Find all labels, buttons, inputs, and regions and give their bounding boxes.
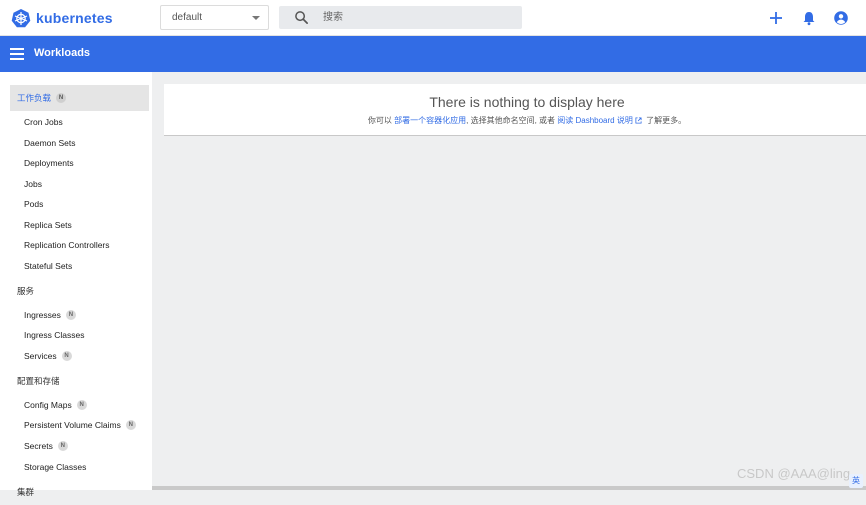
sidebar-item-label: Services (24, 351, 57, 361)
sidebar-section-config-storage[interactable]: 配置和存储 (10, 368, 149, 394)
sidebar-item-label: Config Maps (24, 400, 72, 410)
sidebar-item-ingress-classes[interactable]: Ingress Classes (24, 327, 84, 343)
sidebar-item-pods[interactable]: Pods (24, 196, 43, 212)
empty-state-title: There is nothing to display here (429, 94, 625, 110)
sidebar-section-label: 配置和存储 (17, 376, 60, 386)
search-input[interactable] (323, 9, 503, 26)
empty-state-card: There is nothing to display here 你可以 部署一… (164, 84, 866, 136)
app-bar: Workloads (0, 36, 866, 72)
sidebar-section-workloads[interactable]: 工作负载 N (10, 85, 149, 111)
sidebar-item-ingresses[interactable]: Ingresses N (24, 307, 76, 323)
sidebar-section-label: 服务 (17, 286, 35, 296)
sidebar-item-replica-sets[interactable]: Replica Sets (24, 217, 72, 233)
empty-text-part: 了解更多。 (643, 116, 687, 125)
watermark: CSDN @AAA@ling (737, 466, 851, 481)
namespaced-badge: N (65, 310, 76, 320)
kubernetes-icon (11, 9, 31, 28)
search-bar[interactable] (279, 6, 522, 29)
sidebar-item-config-maps[interactable]: Config Maps N (24, 397, 87, 413)
deploy-app-link[interactable]: 部署一个容器化应用 (394, 116, 466, 125)
sidebar-section-label: 集群 (17, 487, 35, 497)
empty-state-message: 你可以 部署一个容器化应用, 选择其他命名空间, 或者 阅读 Dashboard… (164, 115, 866, 126)
sidebar-item-label: Stateful Sets (24, 261, 73, 271)
external-link-icon (635, 117, 642, 124)
notifications-bell-icon[interactable] (801, 10, 817, 26)
sidebar-item-label: Cron Jobs (24, 117, 63, 127)
sidebar-item-storage-classes[interactable]: Storage Classes (24, 459, 86, 475)
brand-logo[interactable]: kubernetes (11, 7, 113, 29)
brand-name: kubernetes (36, 10, 113, 26)
add-icon[interactable] (768, 10, 784, 26)
menu-hamburger-icon[interactable] (10, 48, 24, 60)
sidebar-item-services[interactable]: Services N (24, 348, 72, 364)
sidebar-item-label: Replication Controllers (24, 240, 110, 250)
sidebar-item-jobs[interactable]: Jobs (24, 176, 42, 192)
search-icon (295, 11, 308, 24)
sidebar-item-secrets[interactable]: Secrets N (24, 438, 68, 454)
namespace-value: default (172, 12, 203, 23)
sidebar-section-services[interactable]: 服务 (10, 278, 149, 304)
sidebar-item-daemon-sets[interactable]: Daemon Sets (24, 135, 76, 151)
sidebar-item-label: Ingress Classes (24, 330, 85, 340)
namespace-select[interactable]: default (160, 5, 269, 30)
sidebar-item-label: Ingresses (24, 310, 61, 320)
namespaced-badge: N (125, 420, 136, 430)
page-title: Workloads (34, 47, 91, 59)
sidebar-item-label: Daemon Sets (24, 138, 76, 148)
sidebar-item-stateful-sets[interactable]: Stateful Sets (24, 258, 72, 274)
sidebar-section-label: 工作负载 (17, 93, 52, 103)
namespaced-badge: N (56, 93, 67, 103)
read-docs-link[interactable]: 阅读 Dashboard 说明 (557, 116, 633, 125)
account-icon[interactable] (833, 10, 849, 26)
sidebar-section-cluster[interactable]: 集群 (10, 479, 149, 505)
sidebar-item-label: Pods (24, 199, 44, 209)
sidebar-item-persistent-volume-claims[interactable]: Persistent Volume Claims N (24, 417, 136, 433)
ime-indicator-icon[interactable]: 英 (849, 474, 863, 488)
caret-down-icon (252, 16, 260, 20)
sidebar-item-label: Replica Sets (24, 220, 72, 230)
empty-text-part: , 选择其他命名空间, 或者 (466, 116, 558, 125)
namespaced-badge: N (61, 351, 72, 361)
top-bar: kubernetes default (0, 0, 866, 36)
sidebar-item-label: Jobs (24, 179, 42, 189)
horizontal-scrollbar[interactable] (152, 486, 866, 490)
sidebar-item-replication-controllers[interactable]: Replication Controllers (24, 237, 110, 253)
sidebar-item-label: Persistent Volume Claims (24, 420, 121, 430)
sidebar-item-label: Secrets (24, 441, 53, 451)
namespaced-badge: N (76, 400, 87, 410)
sidebar-item-deployments[interactable]: Deployments (24, 155, 74, 171)
sidebar-item-label: Deployments (24, 158, 74, 168)
sidebar-item-cron-jobs[interactable]: Cron Jobs (24, 114, 63, 130)
empty-text-part: 你可以 (367, 116, 395, 125)
namespaced-badge: N (57, 441, 68, 451)
sidebar: 工作负载 N Cron Jobs Daemon Sets Deployments… (0, 72, 152, 497)
sidebar-item-label: Storage Classes (24, 462, 87, 472)
